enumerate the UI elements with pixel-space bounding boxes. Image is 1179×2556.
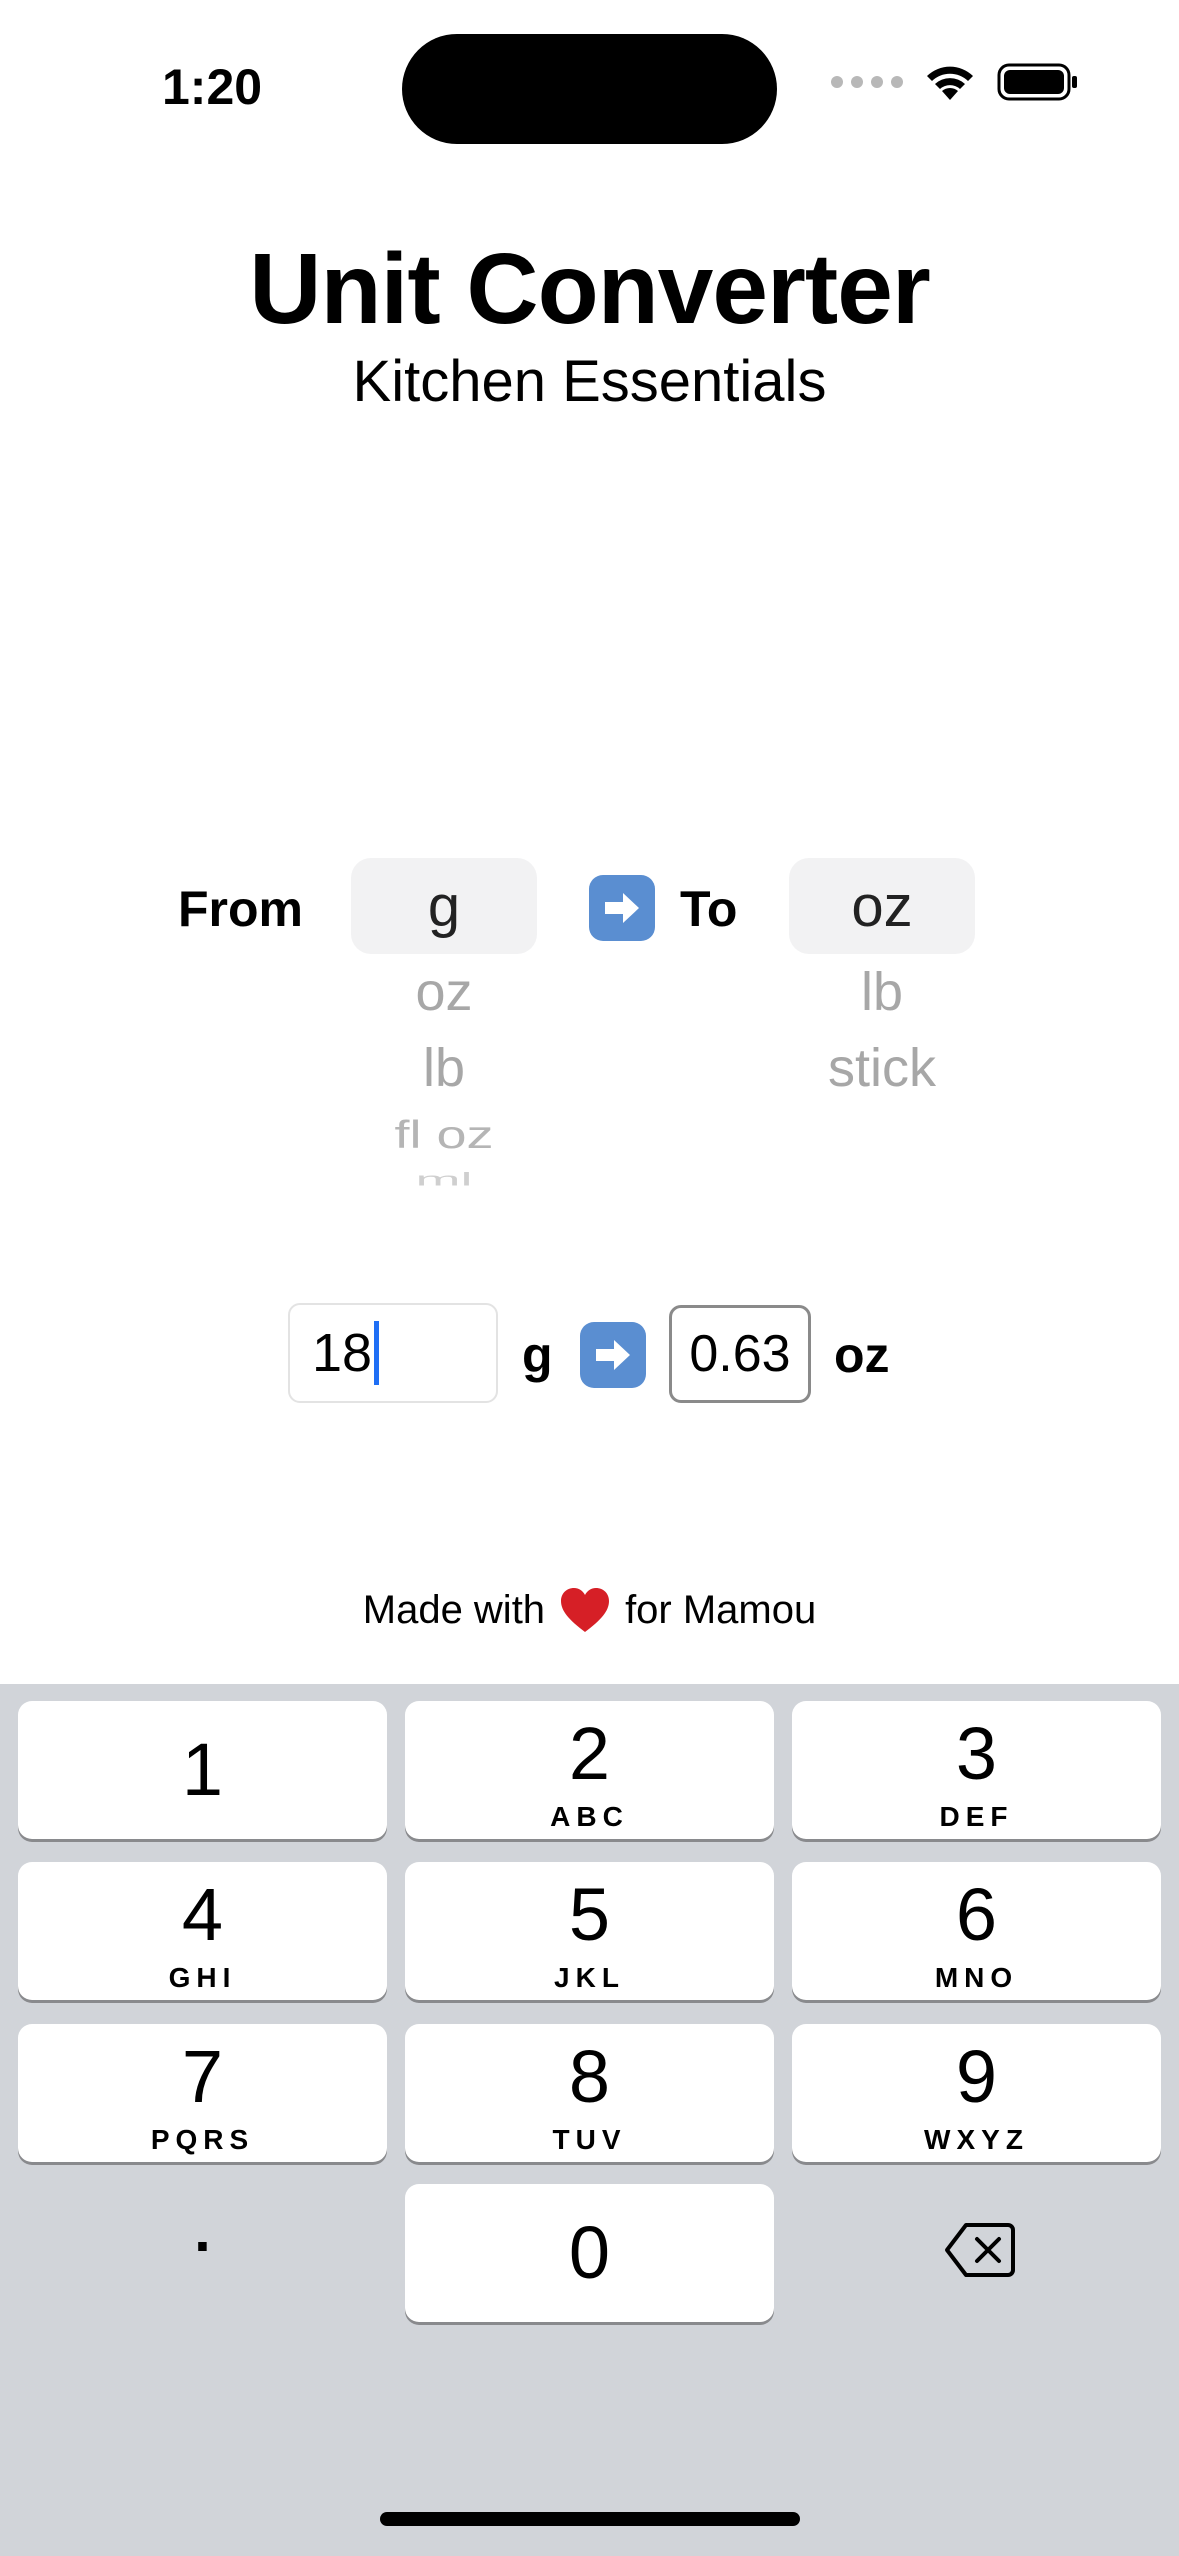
from-unit-option[interactable]: ml (351, 1170, 537, 1189)
status-time: 1:20 (162, 59, 263, 115)
key-letters: ABC (550, 1801, 629, 1832)
status-icons (831, 62, 1079, 102)
key-letters: PQRS (150, 2124, 255, 2155)
footer-text-after: for Mamou (625, 1587, 817, 1632)
from-label: From (178, 881, 303, 937)
amount-input-value: 18 (312, 1323, 373, 1383)
text-caret (374, 1321, 380, 1385)
cellular-signal-icon (831, 76, 903, 88)
key-digit: 2 (568, 1712, 611, 1795)
amount-input[interactable]: 18 (288, 1303, 498, 1403)
key-digit: 4 (181, 1873, 224, 1956)
key-digit: 0 (568, 2211, 611, 2294)
page-subtitle: Kitchen Essentials (352, 349, 827, 414)
to-unit-label: oz (834, 1327, 890, 1383)
footer-text-before: Made with (362, 1587, 546, 1632)
key-letters: MNO (934, 1962, 1019, 1993)
from-unit-label: g (522, 1327, 553, 1383)
key-3[interactable]: 3 DEF (792, 1701, 1161, 1839)
to-unit-selected[interactable]: oz (789, 858, 975, 954)
key-digit: 9 (955, 2035, 998, 2118)
from-unit-option[interactable]: oz (351, 954, 537, 1030)
key-letters: TUV (552, 2124, 627, 2155)
wifi-icon (927, 66, 973, 100)
key-letters: JKL (554, 1962, 625, 1993)
delete-left-icon (944, 2223, 1015, 2277)
right-arrow-icon (589, 875, 655, 941)
key-decimal-point[interactable]: . (18, 2181, 387, 2319)
right-arrow-icon (580, 1322, 646, 1388)
key-8[interactable]: 8 TUV (405, 2024, 774, 2162)
from-unit-selected[interactable]: g (351, 858, 537, 954)
page-title: Unit Converter (249, 233, 931, 345)
to-unit-option[interactable]: lb (789, 954, 975, 1030)
to-label: To (680, 881, 738, 937)
from-unit-option[interactable]: lb (351, 1030, 537, 1106)
key-9[interactable]: 9 WXYZ (792, 2024, 1161, 2162)
key-4[interactable]: 4 GHI (18, 1862, 387, 2000)
key-letters: DEF (939, 1801, 1014, 1832)
from-unit-picker[interactable]: g oz lb fl oz ml (351, 858, 537, 1194)
key-digit: 1 (181, 1728, 224, 1811)
heart-icon (561, 1588, 610, 1632)
dynamic-island (402, 34, 777, 144)
key-digit: 8 (568, 2035, 611, 2118)
home-indicator[interactable] (380, 2512, 800, 2526)
key-digit: 6 (955, 1873, 998, 1956)
key-5[interactable]: 5 JKL (405, 1862, 774, 2000)
key-6[interactable]: 6 MNO (792, 1862, 1161, 2000)
key-letters: GHI (168, 1962, 237, 1993)
key-7[interactable]: 7 PQRS (18, 2024, 387, 2162)
key-2[interactable]: 2 ABC (405, 1701, 774, 1839)
battery-icon (997, 63, 1077, 101)
key-digit: 3 (955, 1712, 998, 1795)
from-unit-option[interactable]: fl oz (351, 1114, 537, 1156)
to-unit-option[interactable]: stick (789, 1030, 975, 1106)
key-0[interactable]: 0 (405, 2184, 774, 2322)
result-field: 0.63 (669, 1305, 811, 1403)
to-unit-picker[interactable]: oz lb stick (789, 858, 975, 1106)
key-digit: 7 (181, 2035, 224, 2118)
footer-credit: Made with for Mamou (0, 1586, 1179, 1634)
delete-key[interactable] (795, 2181, 1164, 2319)
key-letters: WXYZ (924, 2124, 1029, 2155)
key-1[interactable]: 1 (18, 1701, 387, 1839)
key-digit: 5 (568, 1873, 611, 1956)
